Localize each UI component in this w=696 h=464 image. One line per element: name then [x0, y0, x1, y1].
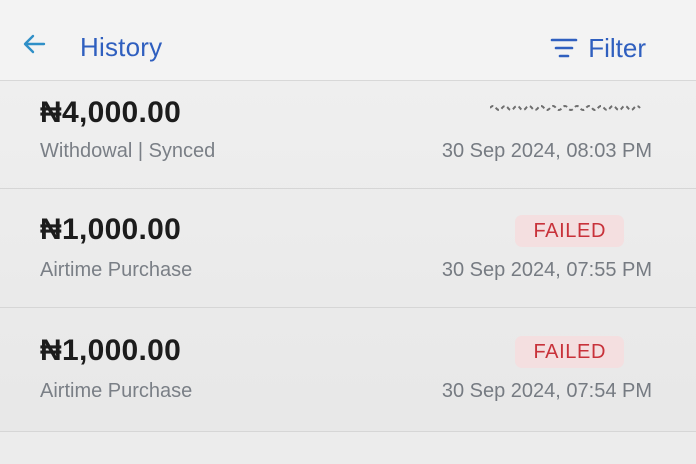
filter-lines-icon — [550, 38, 578, 58]
transaction-description: Airtime Purchase — [40, 380, 193, 402]
back-arrow-icon — [23, 34, 46, 54]
obscured-text-marks — [490, 105, 641, 111]
back-button[interactable] — [20, 30, 50, 60]
transaction-amount: ₦1,000.00 — [40, 213, 182, 246]
list-bottom-area — [0, 432, 696, 464]
history-screen: History Filter ₦4,000.00 Withdowal | Syn… — [0, 0, 696, 464]
transaction-amount: ₦4,000.00 — [40, 96, 182, 129]
status-badge: FAILED — [515, 336, 624, 368]
transaction-row[interactable]: ₦4,000.00 Withdowal | Synced 30 Sep 2024… — [0, 80, 696, 189]
transaction-description: Withdowal | Synced — [40, 140, 216, 162]
app-header: History Filter — [0, 0, 696, 81]
status-badge: FAILED — [515, 215, 624, 247]
transaction-amount: ₦1,000.00 — [40, 334, 182, 367]
transaction-datetime: 30 Sep 2024, 07:55 PM — [441, 259, 652, 281]
filter-label: Filter — [588, 32, 646, 63]
transaction-row[interactable]: ₦1,000.00 FAILED Airtime Purchase 30 Sep… — [0, 308, 696, 432]
filter-button[interactable]: Filter — [550, 32, 646, 64]
transaction-row[interactable]: ₦1,000.00 FAILED Airtime Purchase 30 Sep… — [0, 189, 696, 308]
transaction-datetime: 30 Sep 2024, 07:54 PM — [441, 380, 652, 402]
page-title: History — [80, 32, 163, 62]
transaction-description: Airtime Purchase — [40, 259, 193, 281]
transaction-datetime: 30 Sep 2024, 08:03 PM — [441, 140, 652, 162]
